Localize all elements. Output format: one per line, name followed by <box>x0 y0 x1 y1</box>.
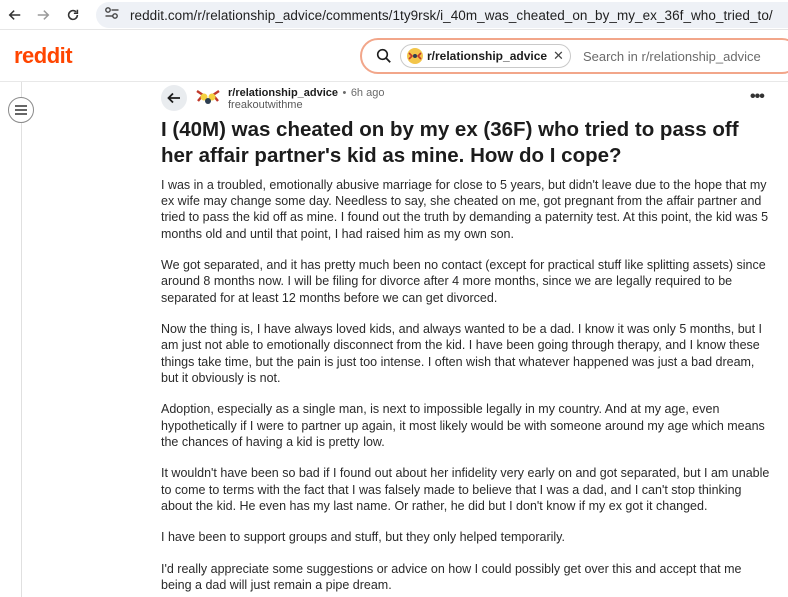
back-arrow-icon[interactable] <box>4 4 26 26</box>
back-button[interactable] <box>161 85 187 111</box>
browser-toolbar: reddit.com/r/relationship_advice/comment… <box>0 0 788 30</box>
subreddit-avatar-icon <box>407 48 423 64</box>
more-options-icon[interactable]: ••• <box>750 88 765 106</box>
post-paragraph: I'd really appreciate some suggestions o… <box>161 562 742 593</box>
post-title: I (40M) was cheated on by my ex (36F) wh… <box>161 118 739 167</box>
close-icon[interactable]: ✕ <box>553 48 564 64</box>
post-author[interactable]: freakoutwithme <box>228 99 384 111</box>
address-bar[interactable]: reddit.com/r/relationship_advice/comment… <box>96 2 788 28</box>
chip-label: r/relationship_advice <box>427 49 548 63</box>
post-paragraph: Now the thing is, I have always loved ki… <box>161 322 763 385</box>
reload-icon[interactable] <box>62 4 84 26</box>
post-time: 6h ago <box>350 86 385 99</box>
post-paragraph: I was in a troubled, emotionally abusive… <box>161 178 769 241</box>
post-body: I was in a troubled, emotionally abusive… <box>161 177 773 597</box>
hamburger-menu-icon[interactable] <box>8 97 34 123</box>
subreddit-name[interactable]: r/relationship_advice <box>228 87 338 99</box>
post-paragraph: It wouldn't have been so bad if I found … <box>161 466 770 513</box>
subreddit-avatar-icon[interactable] <box>195 85 221 111</box>
search-bar[interactable]: r/relationship_advice ✕ Search in r/rela… <box>360 38 788 74</box>
reddit-logo[interactable]: reddit <box>14 43 73 69</box>
post-paragraph: Adoption, especially as a single man, is… <box>161 402 765 449</box>
post-paragraph: I have been to support groups and stuff,… <box>161 530 565 545</box>
url-text: reddit.com/r/relationship_advice/comment… <box>130 7 773 23</box>
search-icon <box>376 48 391 63</box>
post-paragraph: We got separated, and it has pretty much… <box>161 258 766 305</box>
search-placeholder: Search in r/relationship_advice <box>582 48 761 64</box>
post-meta: r/relationship_advice • 6h ago freakoutw… <box>161 84 384 112</box>
meta-separator: • <box>342 86 347 99</box>
forward-arrow-icon[interactable] <box>32 4 54 26</box>
left-sidebar-collapsed <box>0 82 22 597</box>
subreddit-filter-chip[interactable]: r/relationship_advice ✕ <box>400 44 571 68</box>
site-settings-icon[interactable] <box>104 6 120 25</box>
reddit-header: reddit r/relationship_advice ✕ Search in… <box>0 30 788 82</box>
